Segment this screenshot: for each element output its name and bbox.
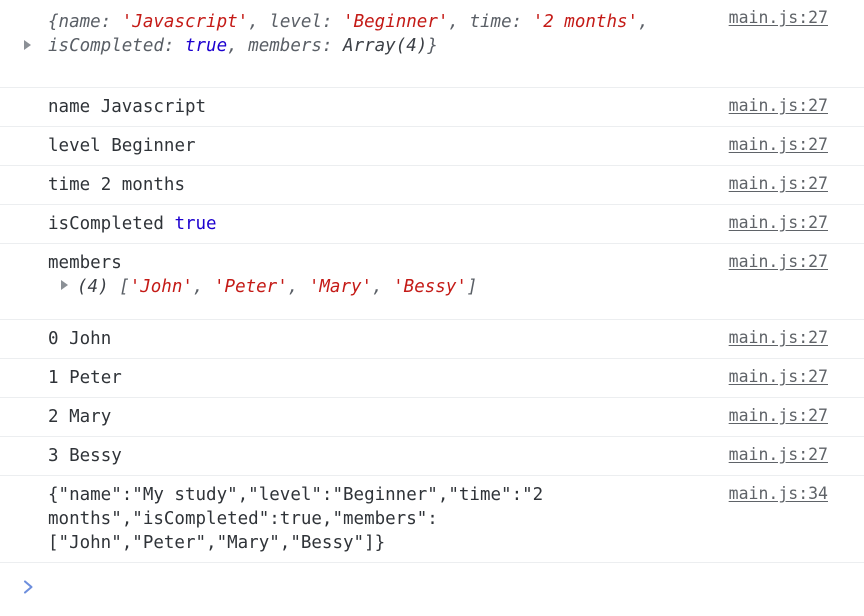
- console-message-content: level Beginner: [48, 134, 724, 158]
- array-open-bracket: [: [119, 277, 130, 297]
- array-item-2: 'Mary': [308, 277, 373, 297]
- kv-value: Bessy: [69, 446, 122, 466]
- kv-key: isCompleted: [48, 214, 164, 234]
- source-link[interactable]: main.js:27: [729, 251, 828, 273]
- console-message-object-preview[interactable]: {name: 'Javascript', level: 'Beginner', …: [0, 0, 864, 88]
- console-message-content: {"name":"My study","level":"Beginner","t…: [48, 483, 724, 555]
- array-preview-text: (4) ['John', 'Peter', 'Mary', 'Bessy']: [48, 275, 724, 299]
- console-message-kv-level: level Beginner main.js:27: [0, 127, 864, 166]
- object-sep-4: ,: [227, 36, 249, 56]
- source-link[interactable]: main.js:27: [729, 212, 828, 234]
- object-key-name: name:: [58, 12, 122, 32]
- console-message-content: 2 Mary: [48, 405, 724, 429]
- kv-key: 0: [48, 329, 59, 349]
- console-prompt-row[interactable]: [0, 563, 864, 611]
- console-message-content: isCompleted true: [48, 212, 724, 236]
- object-preview-text: {name: 'Javascript', level: 'Beginner', …: [48, 10, 724, 58]
- console-message-kv-name: name Javascript main.js:27: [0, 88, 864, 127]
- object-sep-3: ,: [638, 12, 649, 32]
- source-link[interactable]: main.js:27: [729, 366, 828, 388]
- array-count: (4): [77, 277, 109, 297]
- source-link[interactable]: main.js:27: [729, 327, 828, 349]
- array-label: members: [48, 253, 122, 273]
- array-sep-2: ,: [372, 277, 394, 297]
- console-message-kv-index-1: 1 Peter main.js:27: [0, 359, 864, 398]
- chevron-right-icon: [20, 578, 38, 596]
- object-value-name: 'Javascript': [121, 12, 249, 32]
- object-value-level: 'Beginner': [343, 12, 449, 32]
- kv-value: John: [69, 329, 112, 349]
- kv-value: true: [174, 214, 217, 234]
- json-string-text: {"name":"My study","level":"Beginner","t…: [48, 485, 554, 553]
- object-key-level: level:: [269, 12, 344, 32]
- disclosure-triangle-icon[interactable]: [61, 280, 68, 290]
- source-link[interactable]: main.js:27: [729, 444, 828, 466]
- console-message-kv-index-2: 2 Mary main.js:27: [0, 398, 864, 437]
- console-message-content: 1 Peter: [48, 366, 724, 390]
- disclosure-triangle-icon[interactable]: [24, 40, 31, 50]
- console-message-content: 0 John: [48, 327, 724, 351]
- array-item-1: 'Peter': [214, 277, 288, 297]
- kv-value: Javascript: [100, 97, 207, 117]
- object-sep-2: ,: [448, 12, 470, 32]
- console-message-kv-index-3: 3 Bessy main.js:27: [0, 437, 864, 476]
- kv-value: 2 months: [100, 175, 185, 195]
- console-prompt-input[interactable]: [46, 575, 864, 599]
- object-value-iscompleted: true: [184, 36, 228, 56]
- kv-value: Peter: [69, 368, 122, 388]
- object-key-time: time:: [469, 12, 533, 32]
- array-close-bracket: ]: [466, 277, 478, 297]
- kv-line: 2 Mary: [48, 405, 724, 429]
- source-link[interactable]: main.js:27: [729, 173, 828, 195]
- object-close-brace: }: [427, 36, 438, 56]
- kv-line: 1 Peter: [48, 366, 724, 390]
- kv-key: level: [48, 136, 101, 156]
- kv-line: time 2 months: [48, 173, 724, 197]
- kv-value: Mary: [69, 407, 112, 427]
- console-message-kv-iscompleted: isCompleted true main.js:27: [0, 205, 864, 244]
- array-sep-0: ,: [192, 277, 214, 297]
- source-link[interactable]: main.js:27: [729, 405, 828, 427]
- console-message-kv-index-0: 0 John main.js:27: [0, 320, 864, 359]
- kv-line: 0 John: [48, 327, 724, 351]
- kv-key: name: [48, 97, 91, 117]
- console-output-panel: {name: 'Javascript', level: 'Beginner', …: [0, 0, 864, 616]
- object-value-time: '2 months': [532, 12, 639, 32]
- object-open-brace: {: [48, 12, 59, 32]
- kv-key: 2: [48, 407, 59, 427]
- kv-line: 3 Bessy: [48, 444, 724, 468]
- kv-line: name Javascript: [48, 95, 724, 119]
- object-key-iscompleted: isCompleted:: [48, 36, 185, 56]
- object-key-members: members:: [248, 36, 344, 56]
- array-item-3: 'Bessy': [393, 277, 467, 297]
- console-message-content: 3 Bessy: [48, 444, 724, 468]
- kv-key: 1: [48, 368, 59, 388]
- kv-line: level Beginner: [48, 134, 724, 158]
- console-message-content: time 2 months: [48, 173, 724, 197]
- object-sep-1: ,: [248, 12, 270, 32]
- array-item-0: 'John': [129, 277, 193, 297]
- console-message-content: members (4) ['John', 'Peter', 'Mary', 'B…: [48, 251, 724, 299]
- console-message-array-preview[interactable]: members (4) ['John', 'Peter', 'Mary', 'B…: [0, 244, 864, 320]
- console-message-content: {name: 'Javascript', level: 'Beginner', …: [48, 10, 724, 58]
- kv-line: isCompleted true: [48, 212, 724, 236]
- console-message-content: name Javascript: [48, 95, 724, 119]
- console-message-kv-time: time 2 months main.js:27: [0, 166, 864, 205]
- kv-key: time: [48, 175, 91, 195]
- source-link[interactable]: main.js:34: [729, 483, 828, 505]
- source-link[interactable]: main.js:27: [729, 134, 828, 156]
- source-link[interactable]: main.js:27: [729, 7, 828, 29]
- array-sep-1: ,: [287, 277, 309, 297]
- kv-key: 3: [48, 446, 59, 466]
- source-link[interactable]: main.js:27: [729, 95, 828, 117]
- object-value-members: Array(4): [343, 36, 428, 56]
- console-message-json-string: {"name":"My study","level":"Beginner","t…: [0, 476, 864, 563]
- kv-value: Beginner: [111, 136, 196, 156]
